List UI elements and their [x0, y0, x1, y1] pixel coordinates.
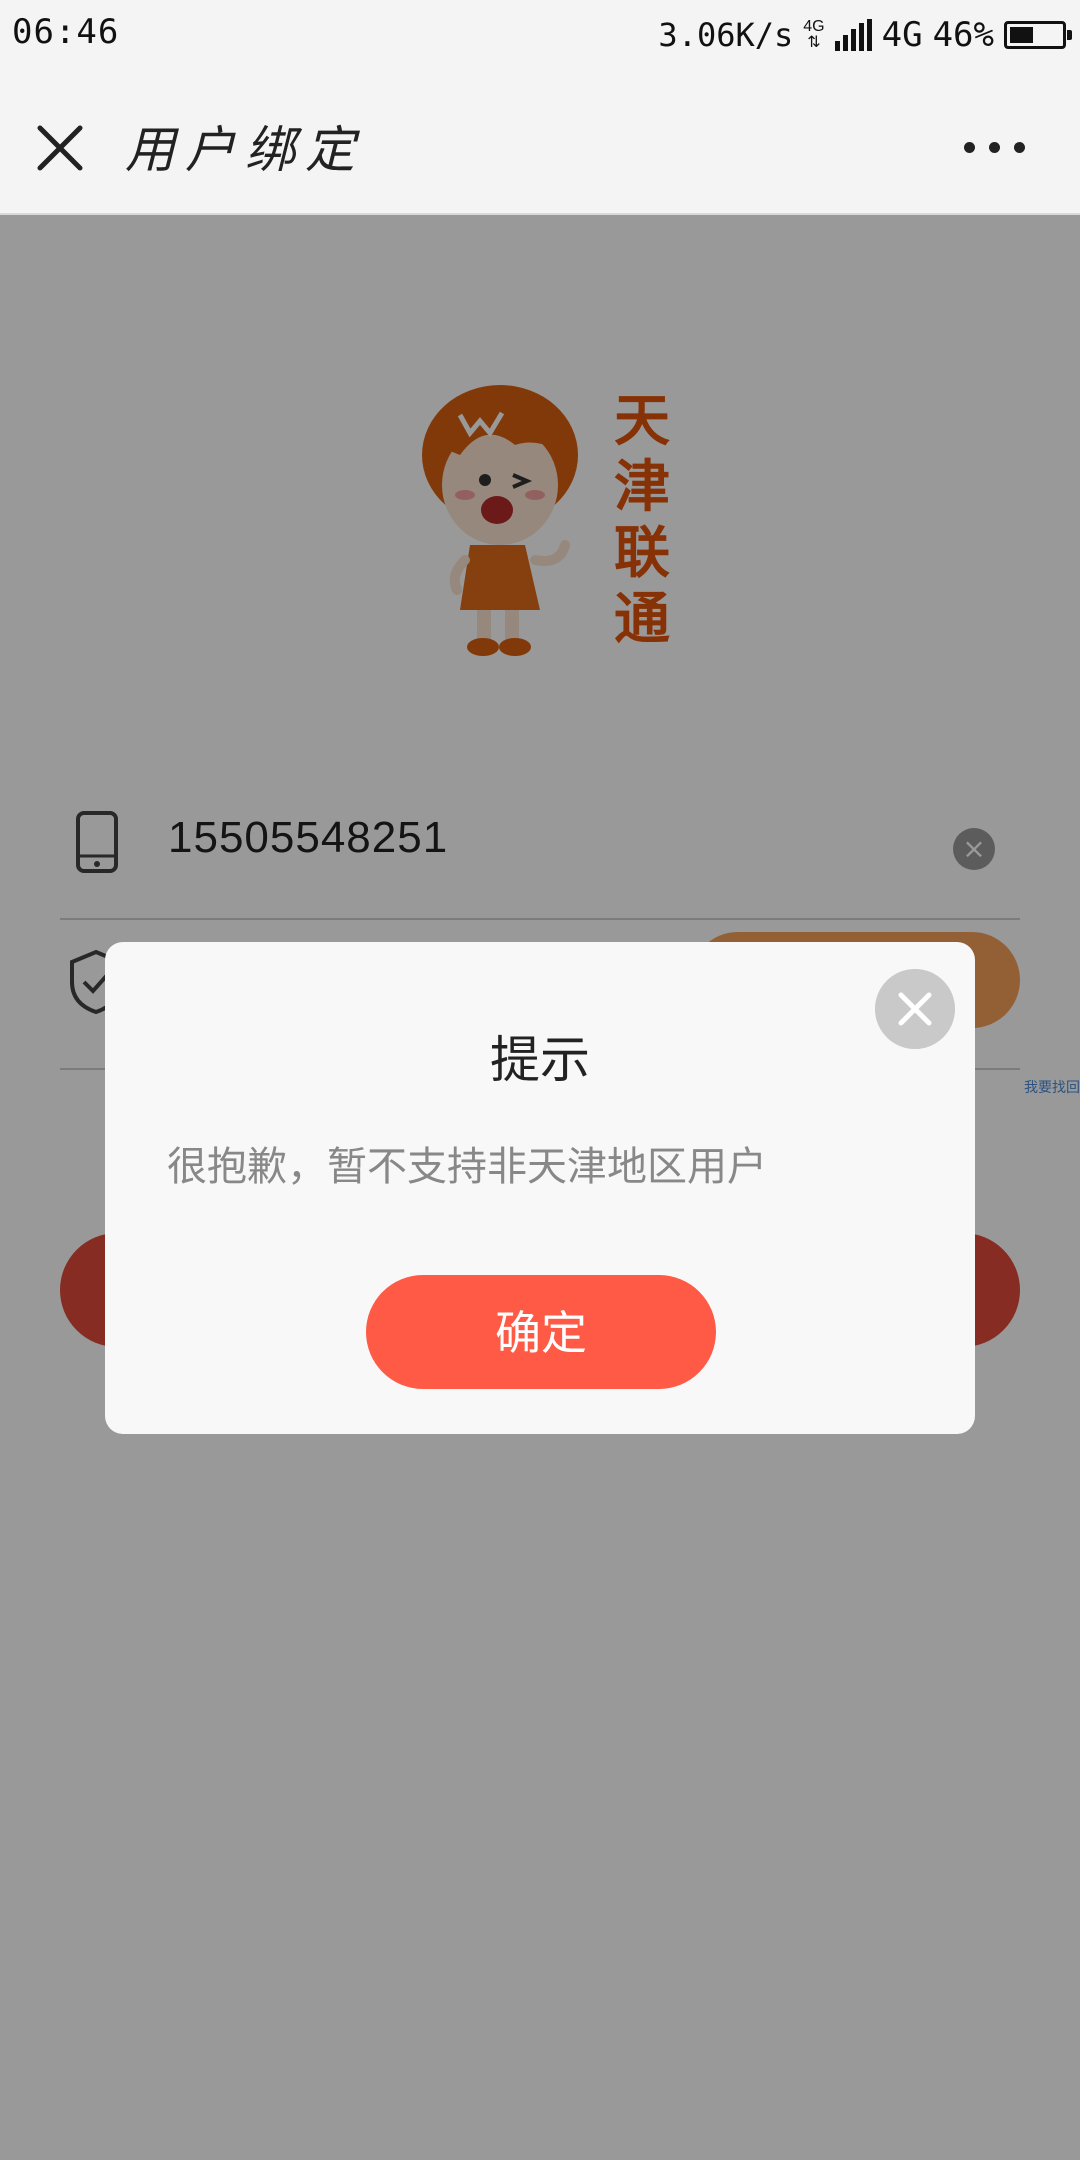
alert-dialog: 提示 很抱歉，暂不支持非天津地区用户 确定	[105, 942, 975, 1434]
status-right: 3.06K/s 4G ⇅ 4G 46%	[658, 12, 1072, 58]
signal-icon	[834, 19, 872, 51]
dialog-close-icon[interactable]	[875, 969, 955, 1049]
status-bar: 06:46 3.06K/s 4G ⇅ 4G 46%	[0, 0, 1080, 70]
battery-icon	[1004, 21, 1072, 49]
confirm-button[interactable]: 确定	[366, 1275, 716, 1389]
net-type-icon: 4G ⇅	[803, 19, 824, 51]
net-type-small: 4G	[803, 18, 825, 35]
close-icon[interactable]	[30, 118, 90, 178]
network-label: 4G	[881, 15, 923, 55]
status-time: 06:46	[12, 12, 120, 52]
battery-percent: 46%	[932, 15, 994, 55]
dialog-message: 很抱歉，暂不支持非天津地区用户	[167, 1144, 767, 1190]
dialog-title: 提示	[490, 1031, 590, 1089]
nav-bar: 用户绑定	[0, 70, 1080, 215]
net-speed: 3.06K/s	[658, 16, 794, 54]
battery-fill	[1010, 27, 1033, 43]
net-arrows-icon: ⇅	[807, 34, 821, 51]
page-title: 用户绑定	[125, 121, 365, 179]
more-dots-icon[interactable]	[964, 142, 1025, 153]
